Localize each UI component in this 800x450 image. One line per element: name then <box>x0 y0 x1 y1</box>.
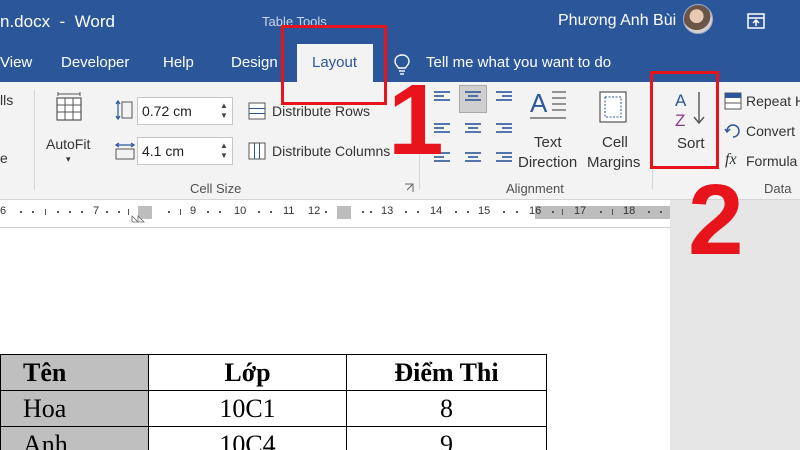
repeat-header-rows-button[interactable]: Repeat H <box>746 93 800 109</box>
tab-developer[interactable]: Developer <box>61 54 129 71</box>
alignment-group-label: Alignment <box>506 181 564 196</box>
autofit-button[interactable]: AutoFit <box>46 136 90 152</box>
autofit-icon[interactable] <box>54 92 84 124</box>
group-separator <box>34 90 35 190</box>
table-cell[interactable]: 9 <box>346 426 547 450</box>
cells-group-partial-label[interactable]: lls <box>0 92 13 108</box>
spinner-arrows-icon[interactable]: ▲ ▼ <box>219 141 229 161</box>
text-direction-label-2[interactable]: Direction <box>518 154 577 171</box>
layout-tab-highlight-box <box>281 25 387 105</box>
table-cell[interactable]: 10C4 <box>148 426 347 450</box>
table-header-cell[interactable]: Điểm Thi <box>346 354 547 391</box>
tab-help[interactable]: Help <box>163 54 194 71</box>
title-bar <box>0 0 800 44</box>
spinner-arrows-icon[interactable]: ▲ ▼ <box>219 101 229 121</box>
dialog-launcher-icon[interactable] <box>404 183 414 193</box>
table-cell[interactable]: Anh <box>0 426 149 450</box>
cell-size-group-label: Cell Size <box>190 181 242 196</box>
row-height-icon <box>115 99 133 121</box>
table-header-row[interactable]: Tên Lớp Điểm Thi <box>0 354 547 391</box>
distribute-rows-icon <box>248 102 266 120</box>
table-row[interactable]: Hoa 10C1 8 <box>0 390 547 427</box>
distribute-columns-button[interactable]: Distribute Columns <box>272 143 390 159</box>
avatar[interactable] <box>683 4 713 34</box>
column-width-icon <box>114 142 136 160</box>
cell-margins-label-2[interactable]: Margins <box>587 154 640 171</box>
table-cell[interactable]: 10C1 <box>148 390 347 427</box>
row-height-input[interactable]: 0.72 cm ▲ ▼ <box>137 97 233 125</box>
user-name[interactable]: Phương Anh Bùi <box>558 12 676 30</box>
step-2-label: 2 <box>688 164 744 276</box>
document-title: n.docx - Word <box>0 12 115 31</box>
partial-label[interactable]: e <box>0 150 8 166</box>
table-cell[interactable]: 8 <box>346 390 547 427</box>
tab-design[interactable]: Design <box>231 54 278 71</box>
table-header-cell[interactable]: Lớp <box>148 354 347 391</box>
sort-button-highlight-box <box>650 71 719 169</box>
ribbon-display-options-icon[interactable] <box>745 10 767 32</box>
distribute-columns-icon <box>248 142 266 160</box>
column-width-input[interactable]: 4.1 cm ▲ ▼ <box>137 137 233 165</box>
cell-margins-icon[interactable] <box>598 90 628 124</box>
chevron-down-icon[interactable]: ▾ <box>66 154 71 165</box>
convert-to-text-icon[interactable] <box>724 122 742 140</box>
formula-button[interactable]: Formula <box>746 153 797 169</box>
convert-button[interactable]: Convert <box>746 123 795 139</box>
tell-me-search[interactable]: Tell me what you want to do <box>426 54 611 71</box>
row-height-value: 0.72 cm <box>142 103 192 119</box>
distribute-rows-button[interactable]: Distribute Rows <box>272 103 370 119</box>
svg-text:A: A <box>530 88 548 118</box>
step-1-label: 1 <box>388 64 444 176</box>
table-cell[interactable]: Hoa <box>0 390 149 427</box>
text-direction-icon[interactable]: A <box>528 88 568 124</box>
data-group-label: Data <box>764 181 792 196</box>
ruler-dots <box>20 209 662 223</box>
column-width-value: 4.1 cm <box>142 143 185 159</box>
score-table[interactable]: Tên Lớp Điểm Thi Hoa 10C1 8 Anh 10C4 9 <box>0 354 547 450</box>
text-direction-label-1[interactable]: Text <box>534 134 562 151</box>
word-window: n.docx - Word Table Tools Phương Anh Bùi… <box>0 0 800 450</box>
cell-margins-label-1[interactable]: Cell <box>602 134 628 151</box>
repeat-header-rows-icon[interactable] <box>724 92 742 110</box>
table-row[interactable]: Anh 10C4 9 <box>0 426 547 450</box>
table-header-cell[interactable]: Tên <box>0 354 149 391</box>
tab-view[interactable]: View <box>0 54 32 71</box>
